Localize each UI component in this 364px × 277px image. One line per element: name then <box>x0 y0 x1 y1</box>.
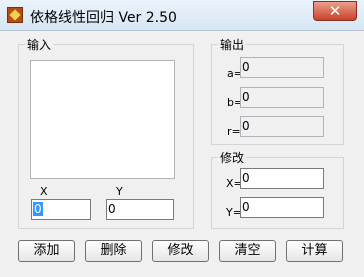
delete-button[interactable]: 删除 <box>85 240 142 262</box>
y-input[interactable]: 0 <box>106 199 174 220</box>
title-bar: 依格线性回归 Ver 2.50 ✕ <box>0 0 364 31</box>
modify-group-label: 修改 <box>218 149 247 166</box>
b-output: 0 <box>240 87 324 108</box>
app-window: 依格线性回归 Ver 2.50 ✕ 输入 X Y 0 0 输出 a= 0 b= … <box>0 0 364 277</box>
r-label: r= <box>227 125 241 138</box>
x-input-value: 0 <box>33 202 43 216</box>
input-group-label: 输入 <box>25 36 54 53</box>
window-title: 依格线性回归 Ver 2.50 <box>30 10 177 26</box>
data-list[interactable] <box>30 60 175 179</box>
y-input-value: 0 <box>108 202 116 216</box>
clear-button[interactable]: 清空 <box>219 240 276 262</box>
x-input[interactable]: 0 <box>31 199 91 220</box>
y-label: Y <box>116 185 123 198</box>
modify-y-input[interactable]: 0 <box>240 197 324 218</box>
modify-x-value: 0 <box>242 171 250 185</box>
modify-button[interactable]: 修改 <box>152 240 209 262</box>
x-label: X <box>40 185 48 198</box>
r-output-value: 0 <box>242 119 250 133</box>
a-output: 0 <box>240 57 324 78</box>
calculate-button[interactable]: 计算 <box>286 240 343 262</box>
output-group-label: 输出 <box>218 36 247 53</box>
modify-y-value: 0 <box>242 200 250 214</box>
modify-x-input[interactable]: 0 <box>240 168 324 189</box>
r-output: 0 <box>240 116 324 137</box>
a-output-value: 0 <box>242 60 250 74</box>
close-button[interactable]: ✕ <box>313 1 357 21</box>
add-button[interactable]: 添加 <box>18 240 75 262</box>
app-icon <box>7 7 23 23</box>
b-output-value: 0 <box>242 90 250 104</box>
